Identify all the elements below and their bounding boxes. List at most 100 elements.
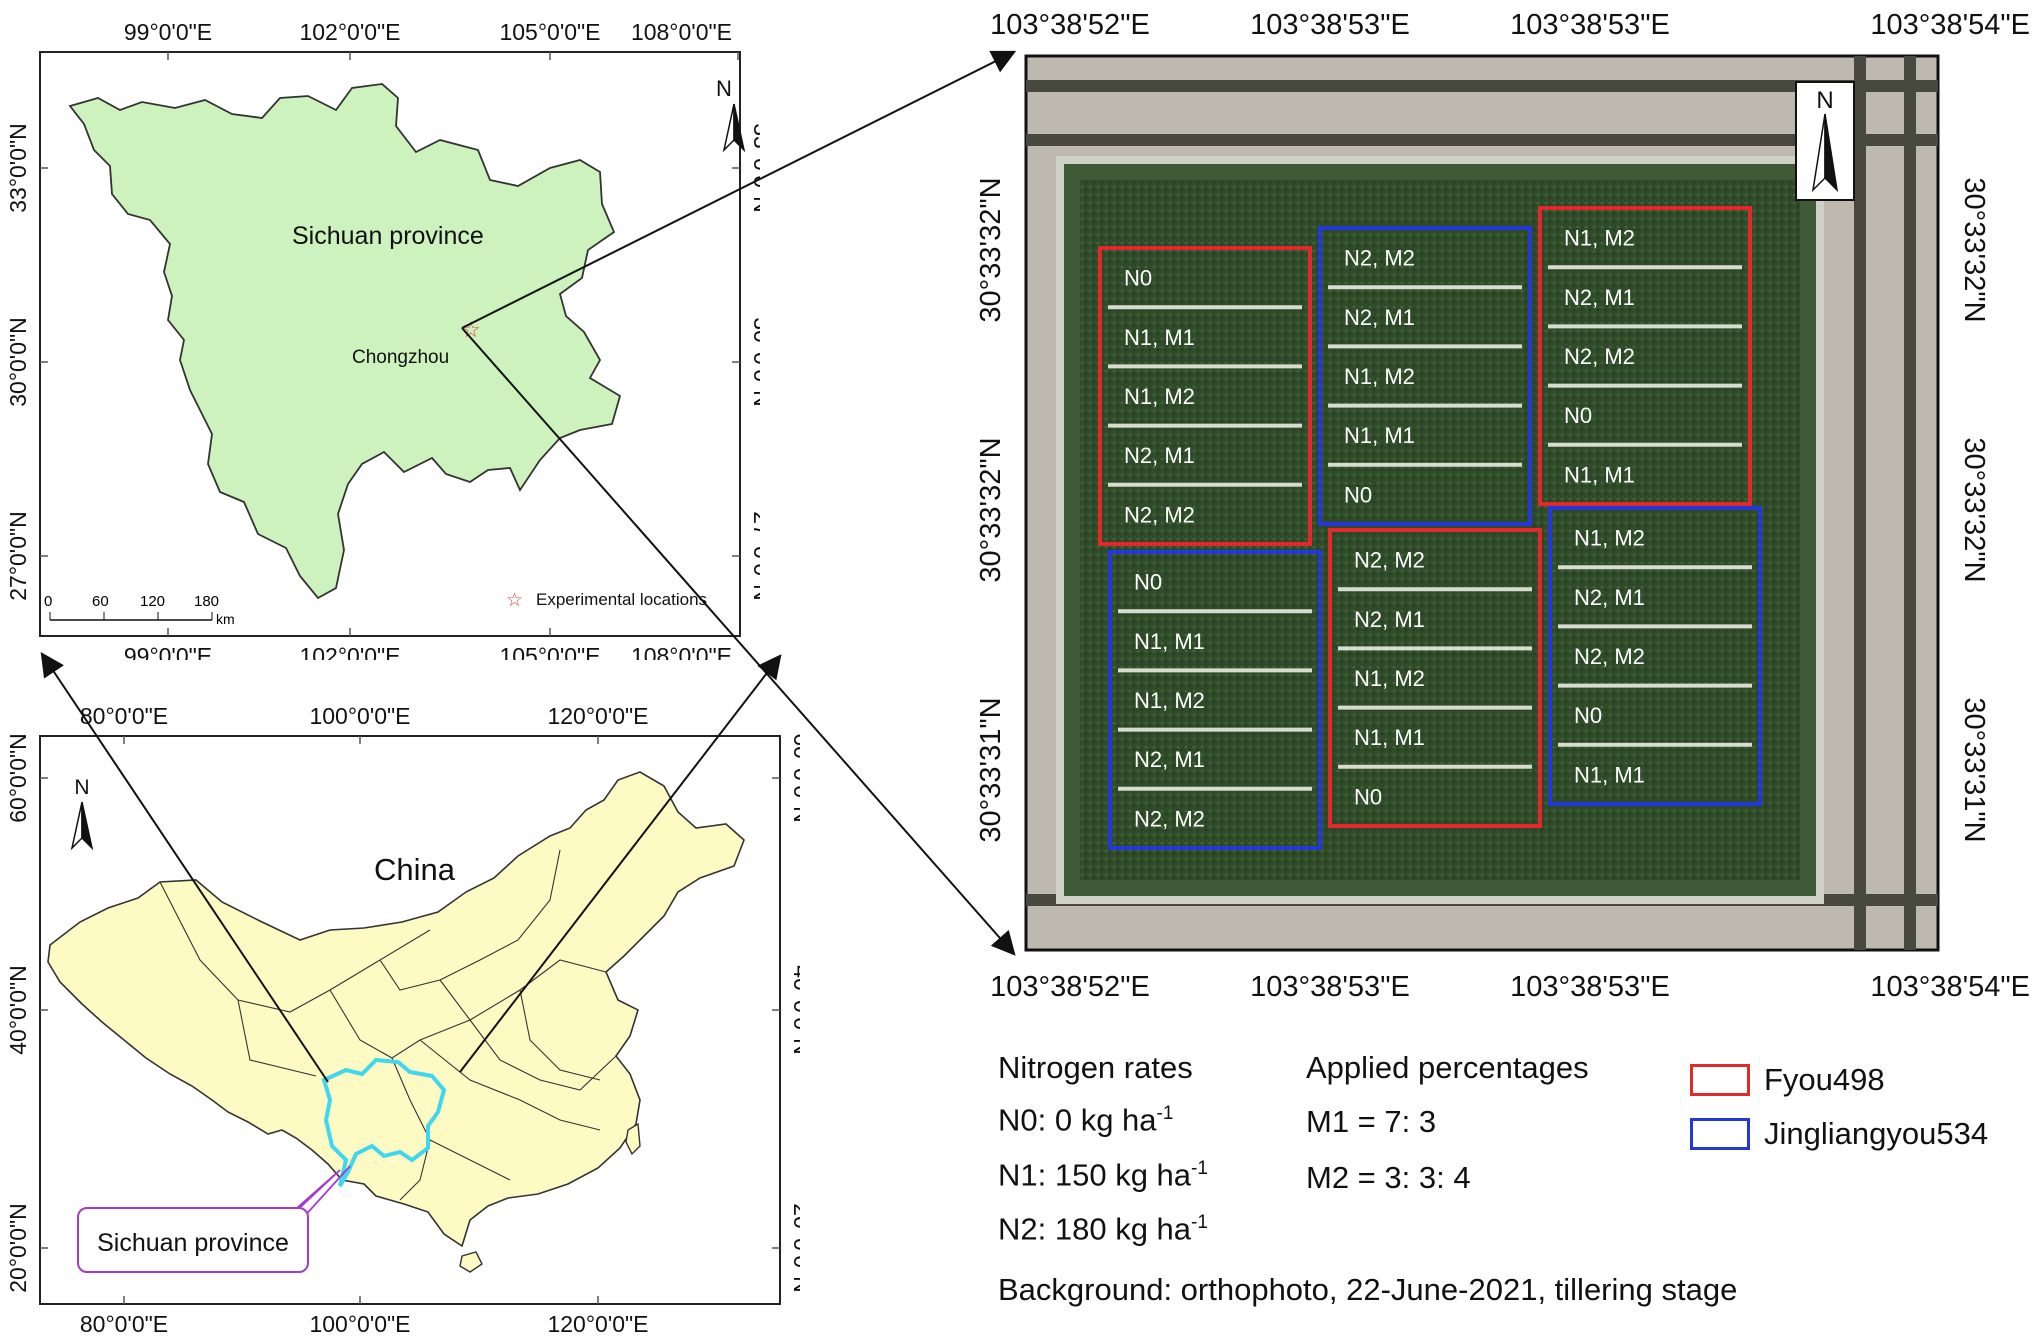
field-orthophoto-map: N0N1, M1N1, M2N2, M1N2, M2N2, M2N2, M1N1… xyxy=(975,9,2030,1003)
plot-label: N0 xyxy=(1124,266,1152,291)
photo-left-tick-1: 30°33'32"N xyxy=(975,177,1007,322)
photo-bottom-tick-4: 103°38'54"E xyxy=(1870,971,2030,1003)
plot-label: N0 xyxy=(1354,784,1382,809)
svg-text:N: N xyxy=(1816,87,1833,114)
experimental-site-icon: ☆ xyxy=(461,317,481,342)
china-right-tick-1: 60°0'0"N xyxy=(789,733,800,823)
photo-right-tick-2: 30°33'32"N xyxy=(1958,437,1990,582)
site-legend: ☆ Experimental locations xyxy=(506,590,707,611)
photo-right-tick-1: 30°33'32"N xyxy=(1958,177,1990,322)
svg-text:120: 120 xyxy=(140,593,165,610)
sichuan-right-tick-1: 33°0'0"N xyxy=(749,123,760,213)
svg-text:180: 180 xyxy=(194,593,219,610)
nitrogen-n2: N2: 180 kg ha-1 xyxy=(998,1211,1208,1247)
china-bottom-tick-1: 80°0'0"E xyxy=(80,1311,168,1337)
sichuan-top-tick-3: 105°0'0"E xyxy=(499,19,600,45)
photo-bottom-tick-3: 103°38'53"E xyxy=(1510,971,1670,1003)
svg-text:60: 60 xyxy=(92,593,109,610)
nitrogen-title: Nitrogen rates xyxy=(998,1050,1193,1085)
photo-bottom-tick-1: 103°38'52"E xyxy=(990,971,1150,1003)
china-right-tick-2: 40°0'0"N xyxy=(789,965,800,1055)
callout-label: Sichuan province xyxy=(97,1229,289,1257)
jingliangyou534-swatch xyxy=(1690,1118,1750,1150)
sichuan-bottom-tick-1: 99°0'0"E xyxy=(124,643,212,660)
sichuan-right-tick-2: 30°0'0"N xyxy=(749,317,760,407)
nitrogen-n1: N1: 150 kg ha-1 xyxy=(998,1157,1208,1193)
photo-left-tick-3: 30°33'31"N xyxy=(975,697,1007,842)
photo-top-tick-1: 103°38'52"E xyxy=(990,9,1150,41)
plot-label: N1, M2 xyxy=(1124,384,1195,409)
photo-top-tick-3: 103°38'53"E xyxy=(1510,9,1670,41)
plot-label: N2, M1 xyxy=(1344,305,1415,330)
svg-text:Experimental locations: Experimental locations xyxy=(536,590,707,609)
country-label: China xyxy=(374,852,456,887)
photo-bottom-tick-2: 103°38'53"E xyxy=(1250,971,1410,1003)
plot-label: N2, M2 xyxy=(1344,246,1415,271)
plot-label: N1, M1 xyxy=(1344,423,1415,448)
sichuan-map: Sichuan province ☆ Chongzhou N 0 60 120 … xyxy=(5,19,760,660)
plot-label: N0 xyxy=(1344,482,1372,507)
china-top-tick-3: 120°0'0"E xyxy=(547,703,648,729)
china-left-tick-2: 40°0'0"N xyxy=(5,965,31,1055)
china-map: China N Sichuan province 80°0'0"E 100°0'… xyxy=(5,703,800,1337)
applied-title: Applied percentages xyxy=(1306,1050,1589,1085)
background-note: Background: orthophoto, 22-June-2021, ti… xyxy=(998,1272,1738,1307)
province-label: Sichuan province xyxy=(292,222,484,250)
plot-label: N1, M2 xyxy=(1564,226,1635,251)
applied-m2: M2 = 3: 3: 4 xyxy=(1306,1160,1471,1195)
applied-m1: M1 = 7: 3 xyxy=(1306,1104,1437,1139)
sichuan-bottom-tick-3: 105°0'0"E xyxy=(499,643,600,660)
plot-label: N0 xyxy=(1134,570,1162,595)
plot-label: N0 xyxy=(1574,703,1602,728)
plot-label: N2, M1 xyxy=(1564,285,1635,310)
jingliangyou534-label: Jingliangyou534 xyxy=(1764,1116,1989,1151)
nitrogen-n0: N0: 0 kg ha-1 xyxy=(998,1102,1174,1138)
svg-text:0: 0 xyxy=(44,593,52,610)
plot-label: N1, M2 xyxy=(1344,364,1415,389)
svg-text:N: N xyxy=(74,776,89,799)
photo-left-tick-2: 30°33'32"N xyxy=(975,437,1007,582)
plot-label: N1, M1 xyxy=(1564,462,1635,487)
plot-label: N1, M2 xyxy=(1354,666,1425,691)
plot-label: N1, M2 xyxy=(1134,688,1205,713)
sichuan-left-tick-1: 33°0'0"N xyxy=(5,123,31,213)
plot-label: N1, M2 xyxy=(1574,526,1645,551)
plot-label: N2, M2 xyxy=(1124,502,1195,527)
sichuan-left-tick-3: 27°0'0"N xyxy=(5,511,31,601)
sichuan-right-tick-3: 27°0'0"N xyxy=(749,511,760,601)
china-top-tick-2: 100°0'0"E xyxy=(309,703,410,729)
plot-label: N2, M2 xyxy=(1564,344,1635,369)
svg-text:N: N xyxy=(716,76,732,101)
plot-label: N2, M1 xyxy=(1124,443,1195,468)
plot-label: N1, M1 xyxy=(1354,725,1425,750)
svg-text:km: km xyxy=(216,611,235,627)
sichuan-top-tick-1: 99°0'0"E xyxy=(124,19,212,45)
site-legend-icon: ☆ xyxy=(506,590,523,611)
china-left-tick-1: 60°0'0"N xyxy=(5,733,31,823)
china-bottom-tick-2: 100°0'0"E xyxy=(309,1311,410,1337)
plot-label: N2, M2 xyxy=(1354,548,1425,573)
photo-top-tick-2: 103°38'53"E xyxy=(1250,9,1410,41)
site-label: Chongzhou xyxy=(352,347,449,368)
photo-top-tick-4: 103°38'54"E xyxy=(1870,9,2030,41)
sichuan-top-tick-2: 102°0'0"E xyxy=(299,19,400,45)
photo-right-tick-3: 30°33'31"N xyxy=(1958,697,1990,842)
plot-label: N1, M1 xyxy=(1124,325,1195,350)
plot-label: N1, M1 xyxy=(1134,629,1205,654)
plot-label: N2, M1 xyxy=(1134,747,1205,772)
china-top-tick-1: 80°0'0"E xyxy=(80,703,168,729)
fyou498-label: Fyou498 xyxy=(1764,1062,1885,1097)
china-right-tick-3: 20°0'0"N xyxy=(789,1203,800,1293)
sichuan-bottom-tick-4: 108°0'0"E xyxy=(631,643,732,660)
plot-label: N2, M2 xyxy=(1574,644,1645,669)
china-left-tick-3: 20°0'0"N xyxy=(5,1203,31,1293)
sichuan-top-tick-4: 108°0'0"E xyxy=(631,19,732,45)
sichuan-left-tick-2: 30°0'0"N xyxy=(5,317,31,407)
sichuan-bottom-tick-2: 102°0'0"E xyxy=(299,643,400,660)
fyou498-swatch xyxy=(1690,1064,1750,1096)
china-bottom-tick-3: 120°0'0"E xyxy=(547,1311,648,1337)
plot-label: N2, M2 xyxy=(1134,806,1205,831)
plot-label: N2, M1 xyxy=(1354,607,1425,632)
plot-label: N0 xyxy=(1564,403,1592,428)
north-arrow-icon: N xyxy=(1795,81,1855,201)
